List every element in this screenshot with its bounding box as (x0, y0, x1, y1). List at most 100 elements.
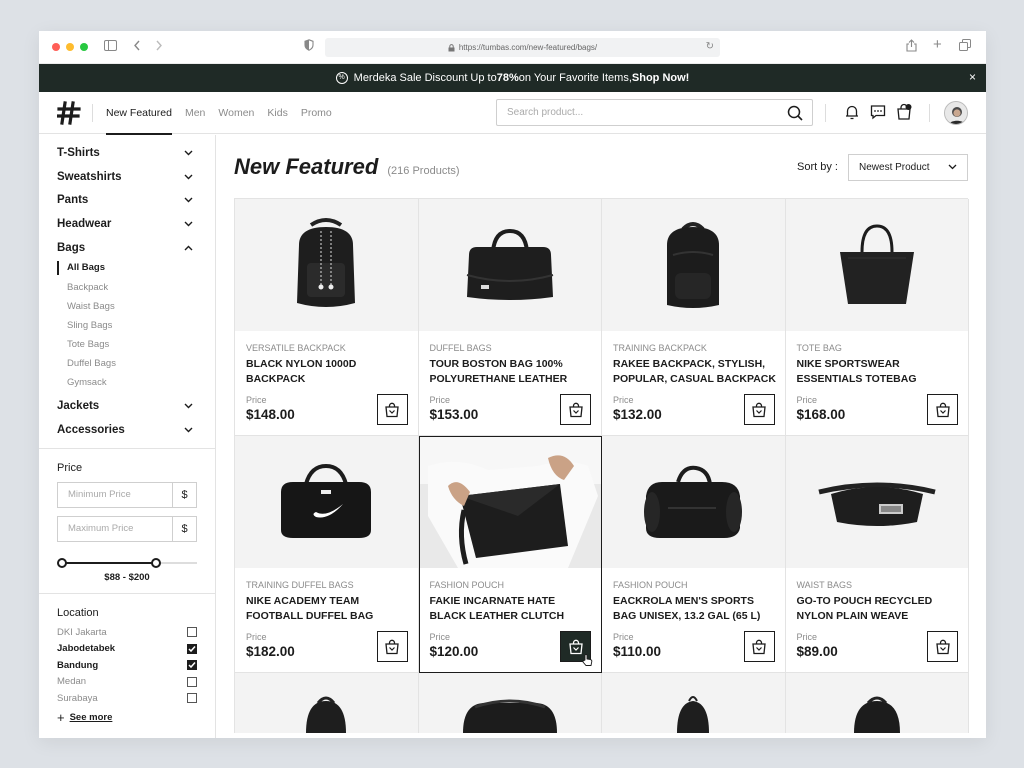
subcategory-sling-bags[interactable]: Sling Bags (57, 316, 215, 335)
product-image[interactable] (785, 673, 968, 733)
checkbox[interactable] (187, 660, 197, 671)
add-to-cart-button[interactable] (927, 394, 958, 425)
category-t-shirts[interactable]: T-Shirts (39, 141, 215, 165)
product-image[interactable] (235, 436, 418, 568)
location-option-dki-jakarta[interactable]: DKI Jakarta (39, 624, 215, 641)
product-image[interactable] (785, 199, 968, 331)
backpack2-bag-icon (653, 215, 733, 315)
nav-link-new-featured[interactable]: New Featured (106, 92, 172, 135)
add-to-cart-button[interactable] (743, 631, 775, 662)
category-accessories[interactable]: Accessories (39, 418, 215, 442)
location-option-jabodetabek[interactable]: Jabodetabek (39, 640, 215, 657)
subcategory-waist-bags[interactable]: Waist Bags (57, 297, 215, 316)
search-input[interactable] (497, 107, 777, 118)
product-name[interactable]: NIKE SPORTSWEAR ESSENTIALS TOTEBAG (797, 357, 961, 386)
checkbox[interactable] (187, 627, 197, 638)
product-name[interactable]: GO-TO POUCH RECYCLED NYLON PLAIN WEAVE (797, 594, 961, 623)
add-to-cart-button[interactable] (927, 631, 958, 662)
brand-logo[interactable] (56, 101, 81, 125)
category-pants[interactable]: Pants (39, 188, 215, 212)
checkbox[interactable] (187, 676, 197, 687)
product-image[interactable] (418, 673, 601, 733)
product-name[interactable]: BLACK NYLON 1000D BACKPACK (246, 357, 410, 386)
back-icon[interactable] (133, 39, 141, 55)
subcategory-duffel-bags[interactable]: Duffel Bags (57, 354, 215, 373)
chat-icon[interactable] (869, 103, 887, 121)
product-name[interactable]: FAKIE INCARNATE HATE BLACK LEATHER CLUTC… (430, 594, 594, 623)
nav-link-promo[interactable]: Promo (301, 92, 332, 134)
shop-now-link[interactable]: Shop Now! (632, 72, 689, 84)
slider-min-handle[interactable] (57, 557, 67, 568)
product-card[interactable]: TOTE BAG NIKE SPORTSWEAR ESSENTIALS TOTEB… (785, 199, 969, 436)
tabs-overview-icon[interactable] (959, 39, 971, 55)
address-bar[interactable]: https://tumbas.com/new-featured/bags/ ↻ (325, 38, 720, 57)
product-image[interactable] (602, 436, 785, 568)
price-range-slider[interactable] (57, 556, 197, 570)
product-card[interactable]: VERSATILE BACKPACK BLACK NYLON 1000D BACK… (235, 199, 419, 436)
checkbox[interactable] (187, 643, 197, 654)
new-tab-icon[interactable]: + (933, 37, 942, 53)
add-to-cart-button[interactable] (376, 394, 408, 425)
product-image[interactable] (785, 436, 968, 568)
add-to-cart-button[interactable] (560, 394, 591, 425)
forward-icon[interactable] (155, 39, 163, 55)
nav-link-women[interactable]: Women (218, 92, 254, 134)
subcategory-all-bags[interactable]: All Bags (57, 261, 215, 276)
subcategory-backpack[interactable]: Backpack (57, 278, 215, 297)
product-image[interactable] (418, 436, 601, 568)
add-to-cart-button[interactable] (743, 394, 775, 425)
product-image[interactable] (235, 673, 418, 733)
location-option-bandung[interactable]: Bandung (39, 657, 215, 674)
min-price-input[interactable] (58, 482, 172, 507)
nav-link-men[interactable]: Men (185, 92, 205, 134)
product-name[interactable]: NIKE ACADEMY TEAM FOOTBALL DUFFEL BAG (246, 594, 410, 623)
share-icon[interactable] (906, 39, 917, 56)
product-card[interactable]: FASHION POUCH FAKIE INCARNATE HATE BLACK … (418, 436, 602, 673)
product-image[interactable] (602, 673, 785, 733)
slider-max-handle[interactable] (151, 557, 162, 568)
sort-dropdown[interactable]: Newest Product (848, 154, 968, 181)
close-window-button[interactable] (52, 43, 60, 51)
search-icon[interactable] (787, 105, 803, 126)
add-to-cart-button[interactable] (376, 631, 408, 662)
product-image[interactable] (418, 199, 601, 331)
header-divider (92, 104, 93, 122)
product-card[interactable]: FASHION POUCH EACKROLA MEN'S SPORTS BAG U… (602, 436, 786, 673)
maximize-window-button[interactable] (80, 43, 88, 51)
see-more-link[interactable]: + See more (39, 706, 215, 729)
user-avatar[interactable] (944, 101, 968, 125)
product-card[interactable] (235, 673, 419, 733)
subcategory-gymsack[interactable]: Gymsack (57, 373, 215, 392)
product-card[interactable]: TRAINING DUFFEL BAGS NIKE ACADEMY TEAM FO… (235, 436, 419, 673)
category-jackets[interactable]: Jackets (39, 394, 215, 418)
product-name[interactable]: RAKEE BACKPACK, STYLISH, POPULAR, CASUAL… (613, 357, 777, 386)
category-sweatshirts[interactable]: Sweatshirts (39, 165, 215, 189)
category-headwear[interactable]: Headwear (39, 212, 215, 236)
product-card[interactable]: DUFFEL BAGS TOUR BOSTON BAG 100% POLYURET… (418, 199, 602, 436)
product-card[interactable] (418, 673, 602, 733)
minimize-window-button[interactable] (66, 43, 74, 51)
product-image[interactable] (235, 199, 418, 331)
max-price-input[interactable] (58, 516, 172, 541)
shield-icon[interactable] (304, 39, 314, 55)
product-name[interactable]: EACKROLA MEN'S SPORTS BAG UNISEX, 13.2 G… (613, 594, 777, 623)
bell-icon[interactable] (843, 103, 861, 121)
checkbox[interactable] (187, 693, 197, 704)
product-card[interactable] (785, 673, 969, 733)
product-image[interactable] (602, 199, 785, 331)
product-card[interactable]: TRAINING BACKPACK RAKEE BACKPACK, STYLISH… (602, 199, 786, 436)
product-card[interactable] (602, 673, 786, 733)
location-option-medan[interactable]: Medan (39, 673, 215, 690)
close-banner-icon[interactable]: × (969, 70, 976, 84)
add-to-cart-button[interactable] (560, 631, 593, 666)
reload-icon[interactable]: ↻ (706, 41, 714, 52)
product-name[interactable]: TOUR BOSTON BAG 100% POLYURETHANE LEATHE… (430, 357, 594, 386)
nav-link-kids[interactable]: Kids (267, 92, 287, 134)
product-card[interactable]: WAIST BAGS GO-TO POUCH RECYCLED NYLON PLA… (785, 436, 969, 673)
location-option-surabaya[interactable]: Surabaya (39, 690, 215, 707)
shopping-bag-icon[interactable] (895, 103, 913, 121)
sidebar-toggle-icon[interactable] (104, 39, 117, 55)
subcategory-tote-bags[interactable]: Tote Bags (57, 335, 215, 354)
lock-icon (448, 43, 455, 51)
category-bags[interactable]: Bags (39, 236, 215, 260)
